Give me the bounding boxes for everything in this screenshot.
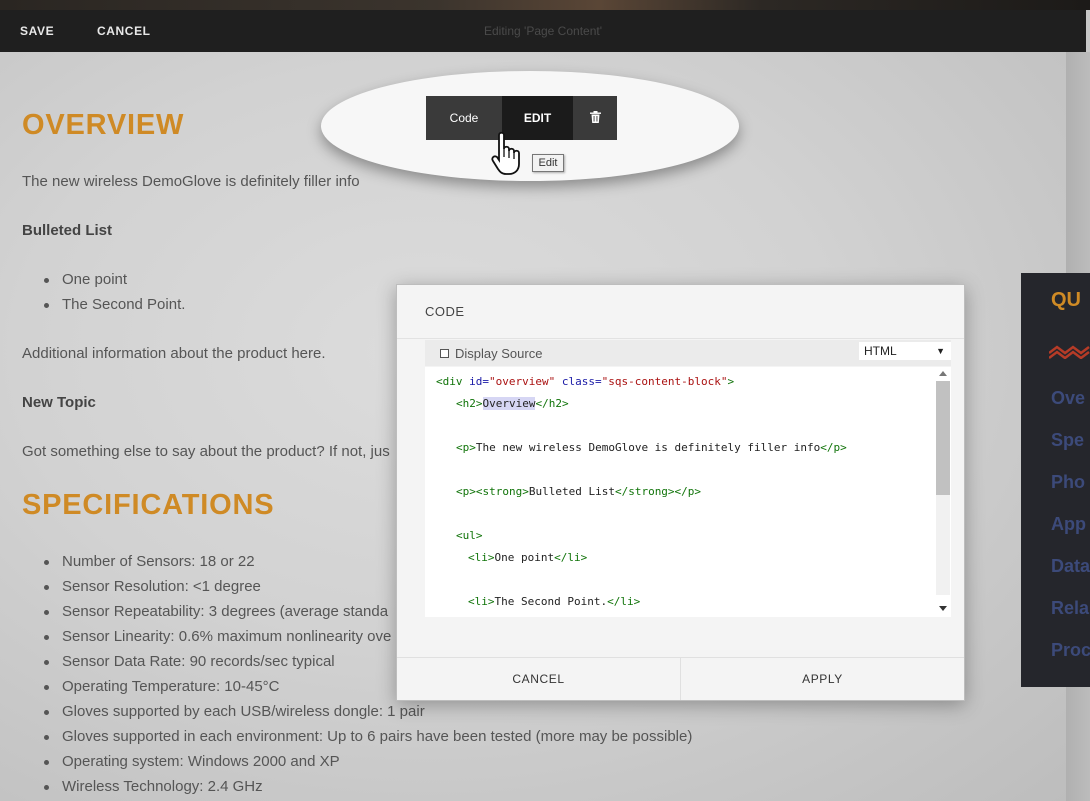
sidebar-link-data[interactable]: Data [1051, 556, 1090, 577]
code-line: <div id="overview" class="sqs-content-bl… [436, 375, 735, 388]
list-item: Gloves supported in each environment: Up… [42, 727, 692, 752]
language-select[interactable]: HTML ▼ [859, 342, 951, 360]
code-line: <ul> [456, 529, 483, 542]
quick-links-sidebar: QU Ove Spe Pho App Data Rela Proc [1021, 273, 1090, 687]
scrollbar-thumb[interactable] [936, 381, 950, 495]
code-dialog: CODE Display Source HTML ▼ <div id="over… [396, 284, 965, 701]
overview-text: The new wireless DemoGlove is definitely… [22, 173, 360, 190]
sidebar-link-photos[interactable]: Pho [1051, 472, 1085, 493]
display-source-label: Display Source [455, 346, 543, 361]
dialog-apply-button[interactable]: APPLY [681, 658, 964, 700]
list-item: Operating system: Windows 2000 and XP [42, 752, 692, 777]
code-line: <h2>Overview</h2> [456, 397, 569, 410]
bulleted-list-title: Bulleted List [22, 222, 113, 239]
sidebar-link-overview[interactable]: Ove [1051, 388, 1085, 409]
specifications-heading: SPECIFICATIONS [22, 489, 275, 521]
dialog-footer: CANCEL APPLY [397, 657, 964, 700]
code-line: <p><strong>Bulleted List</strong></p> [456, 485, 702, 498]
editor-topbar: SAVE CANCEL Editing 'Page Content' [0, 10, 1086, 52]
bulleted-list: One point The Second Point. [42, 270, 185, 320]
dialog-cancel-button[interactable]: CANCEL [397, 658, 681, 700]
trash-icon [589, 110, 601, 126]
dialog-title: CODE [425, 304, 465, 319]
language-select-value: HTML [864, 344, 897, 358]
code-line: <li>One point</li> [468, 551, 588, 564]
display-source-checkbox[interactable] [440, 349, 449, 358]
scroll-up-arrow-icon[interactable] [939, 371, 947, 376]
list-item: One point [42, 270, 185, 295]
list-item: Gloves supported by each USB/wireless do… [42, 702, 692, 727]
code-editor[interactable]: <div id="overview" class="sqs-content-bl… [425, 367, 951, 617]
dialog-header-divider [397, 338, 964, 339]
dropdown-arrow-icon: ▼ [936, 346, 945, 356]
scroll-down-arrow-icon[interactable] [939, 606, 947, 611]
new-topic-text: Got something else to say about the prod… [22, 443, 390, 460]
new-topic-title: New Topic [22, 394, 96, 411]
edit-tooltip: Edit [532, 154, 564, 172]
sidebar-link-products[interactable]: Proc [1051, 640, 1090, 661]
overview-heading: OVERVIEW [22, 109, 185, 141]
header-photo-strip [0, 0, 1090, 10]
list-item: Wireless Technology: 2.4 GHz [42, 777, 692, 801]
sidebar-title: QU [1051, 289, 1081, 311]
sidebar-link-specifications[interactable]: Spe [1051, 430, 1084, 451]
code-line: <li>The Second Point.</li> [468, 595, 641, 608]
additional-info-text: Additional information about the product… [22, 345, 326, 362]
hand-cursor-icon [491, 131, 531, 177]
editor-scrollbar[interactable] [935, 367, 951, 617]
source-options-bar: Display Source HTML ▼ [425, 340, 951, 366]
editing-title: Editing 'Page Content' [484, 24, 602, 38]
sidebar-link-related[interactable]: Rela [1051, 598, 1089, 619]
code-line: <p>The new wireless DemoGlove is definit… [456, 441, 847, 454]
list-item: The Second Point. [42, 295, 185, 320]
sidebar-link-applications[interactable]: App [1051, 514, 1086, 535]
zigzag-divider-icon [1048, 343, 1090, 364]
delete-block-button[interactable] [573, 96, 617, 140]
